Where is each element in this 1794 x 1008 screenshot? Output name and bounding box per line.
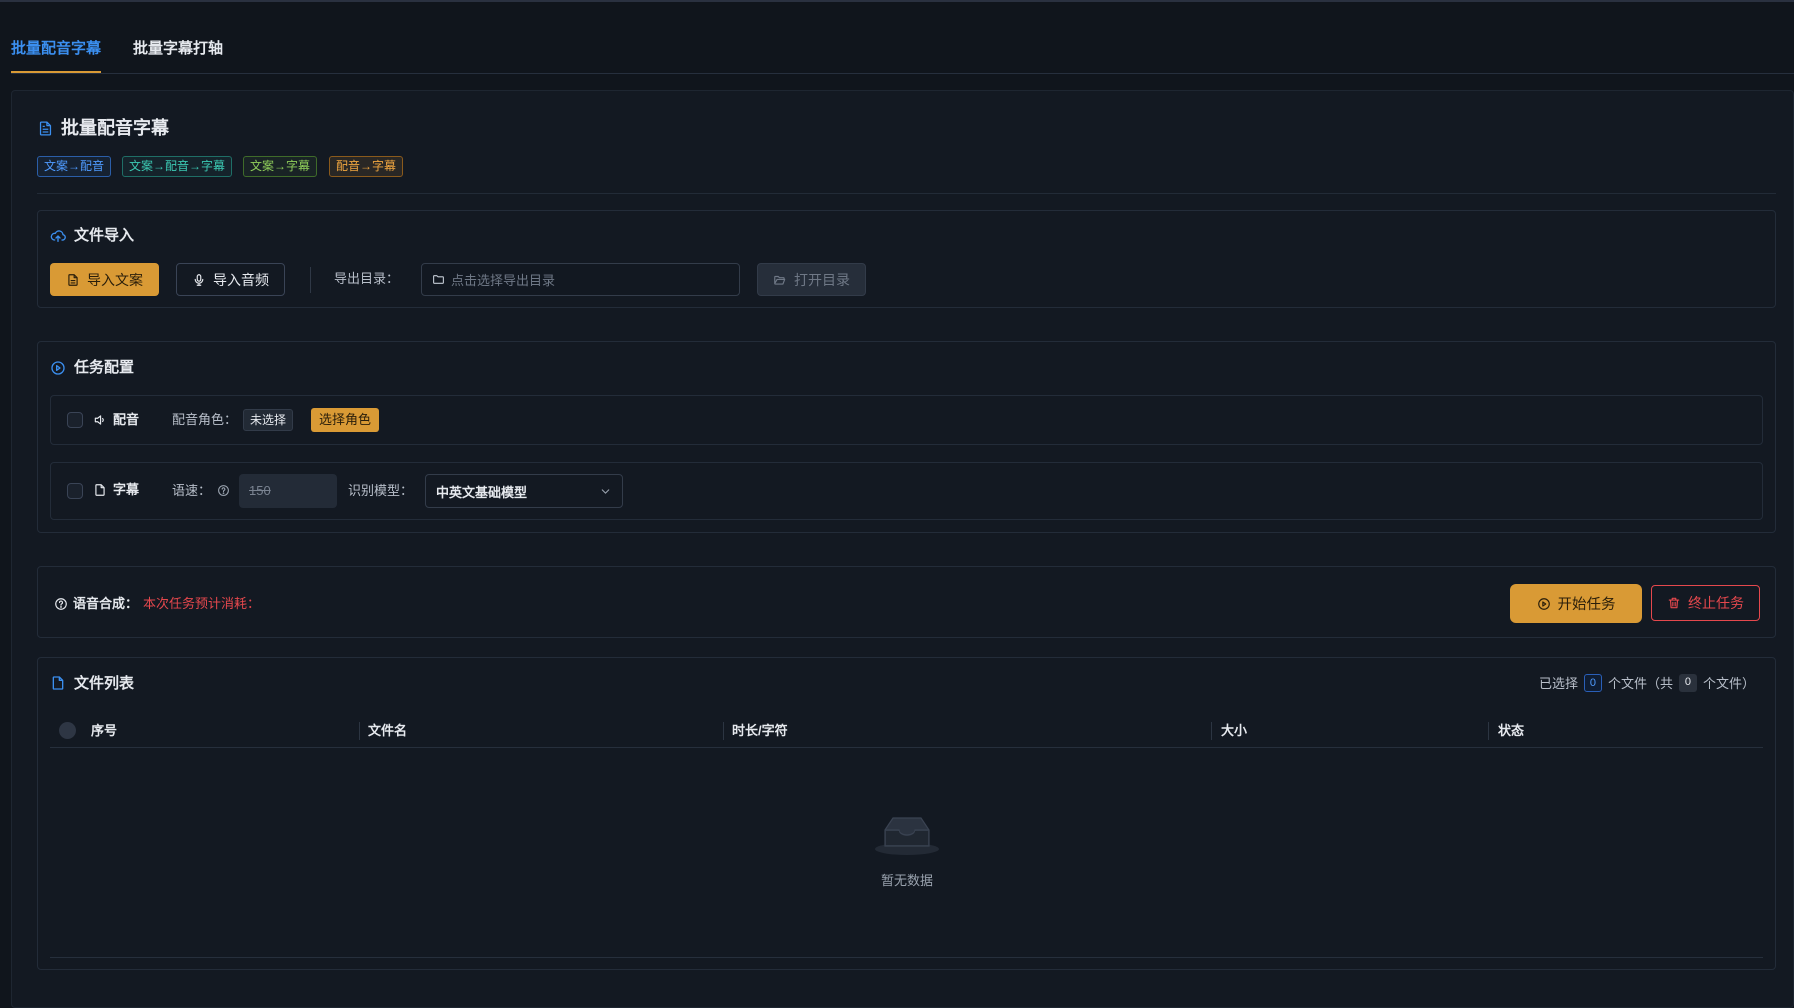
import-audio-button[interactable]: 导入音频 — [176, 263, 285, 296]
folder-open-icon — [773, 273, 787, 287]
dubbing-label: 配音 — [113, 412, 140, 427]
start-task-label: 开始任务 — [1557, 597, 1616, 613]
document-icon — [37, 119, 54, 138]
file-import-title: 文件导入 — [74, 227, 135, 244]
estimated-cost-text: 本次任务预计消耗： — [143, 596, 261, 611]
table-header-divider — [50, 747, 1763, 748]
file-table-header: 序号 文件名 时长/字符 大小 状态 — [50, 658, 1763, 758]
subtitle-option-row: 字幕 语速： 150 识别模型： 中英文基础模型 — [50, 462, 1763, 520]
empty-state-text: 暂无数据 — [880, 873, 933, 888]
column-header-status[interactable]: 状态 — [1498, 722, 1524, 740]
synthesis-label: 语音合成： — [73, 596, 139, 611]
workflow-tag-text-to-dub: 文案→配音 — [37, 156, 112, 177]
cloud-upload-icon — [50, 228, 66, 244]
import-audio-label: 导入音频 — [213, 271, 269, 288]
speech-speed-label: 语速： — [172, 483, 212, 498]
open-dir-button[interactable]: 打开目录 — [757, 263, 866, 296]
subtitle-label: 字幕 — [113, 482, 140, 497]
export-dir-placeholder: 点击选择导出目录 — [451, 273, 556, 288]
file-list-card: 文件列表 已选择 0 个文件（共 0 个文件） 序号 文件名 时长/字符 大小 … — [37, 657, 1776, 970]
column-header-size[interactable]: 大小 — [1221, 722, 1247, 740]
header-divider — [37, 193, 1776, 194]
tab-batch-dubbing[interactable]: 批量配音字幕 — [11, 38, 101, 60]
tabbar-divider — [11, 73, 1794, 74]
toolbar-divider — [310, 267, 311, 293]
recognition-model-select[interactable]: 中英文基础模型 — [425, 474, 623, 508]
recognition-model-value: 中英文基础模型 — [436, 484, 528, 500]
stop-task-button[interactable]: 终止任务 — [1651, 585, 1760, 621]
voice-role-label: 配音角色： — [172, 412, 238, 427]
empty-inbox-icon — [875, 814, 939, 856]
workflow-tag-text-to-subtitle: 文案→字幕 — [243, 156, 318, 177]
tab-batch-subtitle-timing[interactable]: 批量字幕打轴 — [133, 38, 223, 60]
workflow-tag-dub-to-subtitle: 配音→字幕 — [329, 156, 404, 177]
recognition-model-label: 识别模型： — [348, 483, 414, 498]
task-config-card: 任务配置 配音 配音角色： 未选择 选择角色 字幕 语速： 150 识别模型： … — [37, 341, 1776, 533]
import-text-button[interactable]: 导入文案 — [50, 263, 159, 296]
table-bottom-divider — [50, 957, 1763, 958]
export-dir-label: 导出目录： — [334, 271, 400, 286]
task-config-title: 任务配置 — [74, 359, 135, 376]
microphone-icon — [192, 273, 206, 287]
column-divider — [723, 722, 724, 740]
start-task-button[interactable]: 开始任务 — [1510, 584, 1642, 623]
folder-icon — [432, 273, 445, 286]
page-title: 批量配音字幕 — [61, 118, 169, 138]
dubbing-option-row: 配音 配音角色： 未选择 选择角色 — [50, 395, 1763, 445]
document-icon — [93, 483, 107, 497]
speech-speed-input[interactable]: 150 — [239, 474, 337, 508]
voice-role-value: 未选择 — [243, 409, 294, 431]
stop-task-label: 终止任务 — [1688, 595, 1744, 611]
dubbing-checkbox[interactable] — [67, 412, 83, 428]
column-divider — [1488, 722, 1489, 740]
help-icon[interactable] — [217, 484, 230, 497]
document-icon — [66, 273, 80, 287]
workflow-tag-text-to-dub-to-subtitle: 文案→配音→字幕 — [122, 156, 233, 177]
open-dir-label: 打开目录 — [794, 271, 850, 288]
subtitle-checkbox[interactable] — [67, 483, 83, 499]
trash-icon — [1667, 596, 1681, 610]
column-header-index[interactable]: 序号 — [91, 722, 117, 740]
play-circle-icon — [50, 360, 66, 376]
column-divider — [359, 722, 360, 740]
select-all-checkbox[interactable] — [59, 722, 76, 739]
window-top-border — [0, 0, 1794, 2]
synthesis-bar: 语音合成： 本次任务预计消耗： 开始任务 终止任务 — [37, 566, 1776, 638]
column-header-filename[interactable]: 文件名 — [368, 722, 407, 740]
speaker-icon — [93, 413, 107, 427]
chevron-down-icon — [599, 485, 612, 498]
play-circle-icon — [1537, 597, 1551, 611]
select-role-button[interactable]: 选择角色 — [311, 408, 380, 432]
column-header-duration[interactable]: 时长/字符 — [732, 722, 788, 740]
help-icon[interactable] — [54, 597, 68, 611]
import-text-label: 导入文案 — [87, 271, 143, 288]
file-import-card: 文件导入 导入文案 导入音频 导出目录： 点击选择导出目录 打开目录 — [37, 210, 1776, 308]
export-dir-input[interactable]: 点击选择导出目录 — [421, 263, 740, 296]
column-divider — [1211, 722, 1212, 740]
